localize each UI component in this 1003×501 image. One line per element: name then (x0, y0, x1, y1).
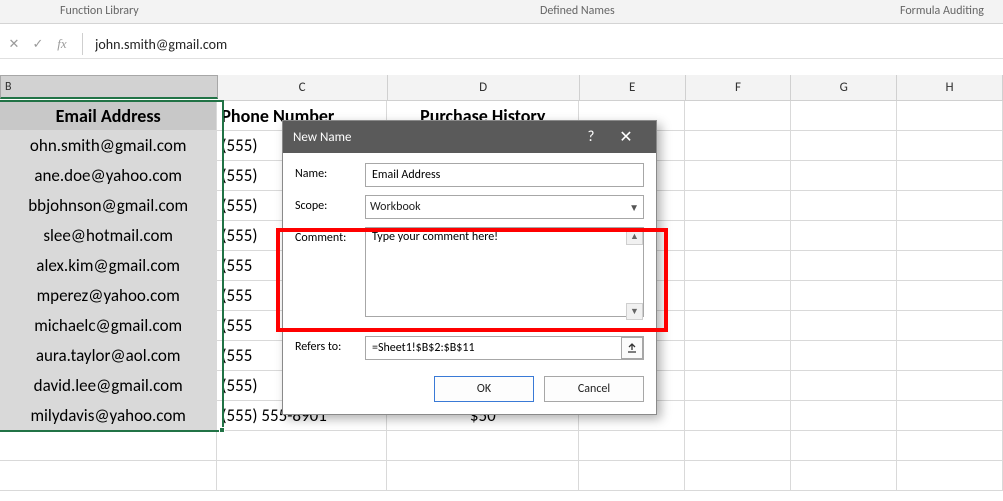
cell[interactable] (897, 191, 1003, 221)
cell[interactable] (897, 371, 1003, 401)
cell[interactable] (897, 251, 1003, 281)
cell[interactable] (791, 401, 897, 431)
refers-to-input[interactable] (365, 336, 644, 360)
ribbon-group-labels: Function Library Defined Names Formula A… (0, 0, 1003, 24)
cell[interactable] (579, 431, 685, 461)
cell[interactable] (897, 311, 1003, 341)
formula-input[interactable] (89, 34, 1003, 55)
cell[interactable] (217, 461, 387, 491)
scope-select[interactable]: Workbook ▼ (365, 195, 644, 219)
scope-selected-value: Workbook (370, 200, 421, 214)
new-name-dialog: New Name ? ✕ Name: Scope: Workbook ▼ Com… (282, 120, 657, 415)
cell[interactable] (791, 281, 897, 311)
cell[interactable] (897, 341, 1003, 371)
cell[interactable] (685, 311, 791, 341)
cell[interactable]: michaelc@gmail.com (0, 311, 217, 341)
comment-textarea[interactable] (365, 227, 644, 317)
cell[interactable] (791, 371, 897, 401)
table-row (0, 461, 1003, 491)
cell[interactable] (791, 161, 897, 191)
ok-button[interactable]: OK (434, 376, 534, 402)
scroll-up-icon[interactable]: ▲ (626, 228, 643, 245)
cell[interactable] (897, 131, 1003, 161)
cell[interactable] (791, 221, 897, 251)
divider (82, 33, 83, 55)
cell[interactable] (685, 371, 791, 401)
cell[interactable] (897, 101, 1003, 131)
cell[interactable] (579, 461, 685, 491)
cell[interactable] (685, 281, 791, 311)
cell[interactable] (685, 101, 791, 131)
cell[interactable] (685, 221, 791, 251)
formula-bar: ✕ ✓ fx (0, 29, 1003, 59)
insert-function-button[interactable]: fx (50, 34, 74, 54)
ribbon-group-defined-names: Defined Names (540, 4, 615, 18)
cell[interactable] (791, 431, 897, 461)
col-header-B[interactable]: B (0, 75, 218, 99)
col-header-C[interactable]: C (218, 75, 388, 101)
cell[interactable]: ane.doe@yahoo.com (0, 161, 217, 191)
cell[interactable] (791, 101, 897, 131)
cell[interactable] (897, 431, 1003, 461)
cell[interactable]: milydavis@yahoo.com (0, 401, 217, 431)
cell[interactable]: slee@hotmail.com (0, 221, 217, 251)
cell[interactable] (897, 281, 1003, 311)
cell[interactable] (685, 461, 791, 491)
name-label: Name: (295, 163, 365, 181)
ribbon-group-formula-auditing: Formula Auditing (900, 4, 984, 18)
accept-icon[interactable]: ✓ (26, 34, 50, 54)
help-button[interactable]: ? (576, 128, 606, 146)
cell[interactable]: aura.taylor@aol.com (0, 341, 217, 371)
cell[interactable]: alex.kim@gmail.com (0, 251, 217, 281)
cell[interactable] (791, 131, 897, 161)
cell[interactable] (791, 341, 897, 371)
refers-to-label: Refers to: (295, 336, 365, 354)
cell[interactable]: Email Address (0, 101, 217, 131)
cancel-icon[interactable]: ✕ (2, 34, 26, 54)
cell[interactable] (0, 431, 217, 461)
col-header-E[interactable]: E (580, 75, 686, 101)
cell[interactable] (791, 191, 897, 221)
cell[interactable] (685, 341, 791, 371)
cell[interactable]: david.lee@gmail.com (0, 371, 217, 401)
cell[interactable] (685, 431, 791, 461)
cell[interactable] (685, 401, 791, 431)
cell[interactable] (791, 311, 897, 341)
name-input[interactable] (365, 163, 644, 187)
cell[interactable] (387, 461, 579, 491)
col-header-D[interactable]: D (388, 75, 580, 101)
scroll-down-icon[interactable]: ▼ (626, 303, 643, 320)
divider (299, 329, 640, 330)
cell[interactable] (217, 431, 387, 461)
cell[interactable]: ohn.smith@gmail.com (0, 131, 217, 161)
cancel-button[interactable]: Cancel (544, 376, 644, 402)
close-icon[interactable]: ✕ (606, 127, 646, 147)
cell[interactable] (897, 161, 1003, 191)
cell[interactable] (791, 251, 897, 281)
cell[interactable] (685, 251, 791, 281)
column-headers: B C D E F G H (0, 75, 1003, 101)
cell[interactable] (897, 461, 1003, 491)
collapse-dialog-icon[interactable] (621, 337, 643, 359)
cell[interactable] (387, 431, 579, 461)
chevron-down-icon: ▼ (629, 201, 639, 214)
cell[interactable] (685, 191, 791, 221)
cell[interactable] (685, 161, 791, 191)
table-row (0, 431, 1003, 461)
dialog-titlebar[interactable]: New Name ? ✕ (283, 121, 656, 153)
ribbon-group-function-library: Function Library (60, 4, 139, 18)
dialog-title: New Name (293, 130, 576, 145)
cell[interactable] (685, 131, 791, 161)
cell[interactable]: bbjohnson@gmail.com (0, 191, 217, 221)
cell[interactable] (897, 401, 1003, 431)
col-header-H[interactable]: H (897, 75, 1003, 101)
col-header-G[interactable]: G (791, 75, 897, 101)
cell[interactable]: mperez@yahoo.com (0, 281, 217, 311)
col-header-F[interactable]: F (686, 75, 792, 101)
scope-label: Scope: (295, 195, 365, 213)
cell[interactable] (897, 221, 1003, 251)
comment-label: Comment: (295, 227, 365, 245)
cell[interactable] (0, 461, 217, 491)
cell[interactable] (791, 461, 897, 491)
